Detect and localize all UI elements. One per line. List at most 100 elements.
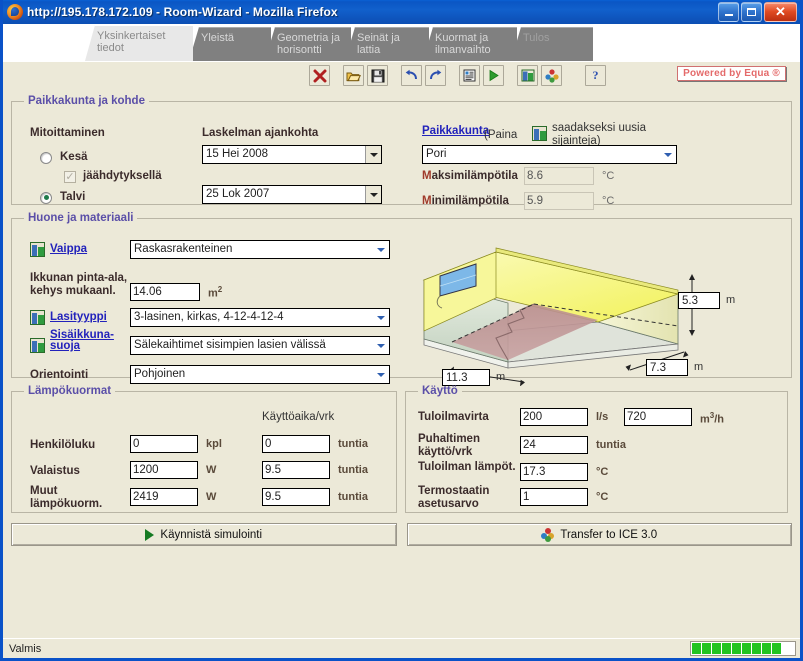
help-icon[interactable]: ? xyxy=(585,65,606,86)
window-area-unit: m2 xyxy=(208,285,223,300)
min-temp-label: Minimilämpötila xyxy=(422,195,509,207)
paikkakunta-link[interactable]: Paikkakunta xyxy=(422,125,489,137)
place-combo[interactable]: Pori xyxy=(422,145,677,164)
status-text: Valmis xyxy=(9,642,42,655)
glazing-combo[interactable]: 3-lasinen, kirkas, 4-12-4-12-4 xyxy=(130,308,390,327)
calculation-date-label: Laskelman ajankohta xyxy=(202,127,319,139)
database-icon[interactable] xyxy=(517,65,538,86)
chevron-down-icon[interactable] xyxy=(660,146,676,163)
thermostat-label: Termostaatin asetusarvo xyxy=(418,485,490,510)
firefox-logo-icon xyxy=(7,4,23,20)
lasityyppi-link[interactable]: Lasityyppi xyxy=(50,311,107,323)
chevron-down-icon[interactable] xyxy=(373,309,389,326)
shading-value: Sälekaihtimet sisimpien lasien välissä xyxy=(134,339,326,351)
save-disk-icon[interactable] xyxy=(367,65,388,86)
people-count-field[interactable] xyxy=(130,435,198,453)
client-area: Yksinkertaiset tiedot Yleistä Geometria … xyxy=(3,24,800,658)
glazing-value: 3-lasinen, kirkas, 4-12-4-12-4 xyxy=(134,311,284,323)
undo-icon[interactable] xyxy=(401,65,422,86)
database-icon[interactable] xyxy=(532,126,547,141)
tab-kuormat-ja-ilmanvaihto[interactable]: Kuormat ja ilmanvaihto xyxy=(423,27,517,61)
room-3d-preview: 5.3 m 7.3 m 11.3 m xyxy=(416,234,786,389)
summer-date-value: 15 Hei 2008 xyxy=(206,148,269,160)
supply-air-field[interactable] xyxy=(520,408,588,426)
room-height-field[interactable]: 5.3 xyxy=(678,292,720,309)
fan-usage-field[interactable] xyxy=(520,436,588,454)
supply-temp-unit: °C xyxy=(596,466,609,478)
winter-date-value: 25 Lok 2007 xyxy=(206,188,270,200)
chevron-down-icon[interactable] xyxy=(373,241,389,258)
settings-balls-icon xyxy=(541,528,555,542)
room-depth-field[interactable]: 7.3 xyxy=(646,359,688,376)
open-folder-icon[interactable] xyxy=(343,65,364,86)
database-icon[interactable] xyxy=(30,242,45,257)
cooling-label: jäähdytyksellä xyxy=(83,170,162,182)
redo-icon[interactable] xyxy=(425,65,446,86)
thermostat-field[interactable] xyxy=(520,488,588,506)
lighting-power-field[interactable] xyxy=(130,461,198,479)
run-play-icon[interactable] xyxy=(483,65,504,86)
minimize-button[interactable] xyxy=(718,2,739,22)
supply-air-m3h-field[interactable] xyxy=(624,408,692,426)
location-group: Paikkakunta ja kohde Mitoittaminen Laske… xyxy=(11,95,792,210)
chevron-down-icon[interactable] xyxy=(373,337,389,354)
play-icon xyxy=(145,528,155,541)
sisaikkunasuoja-link[interactable]: Sisäikkuna-suoja xyxy=(50,329,122,352)
max-temp-label: Maksimilämpötila xyxy=(422,170,518,182)
summer-radio[interactable] xyxy=(40,151,52,164)
window-area-field[interactable] xyxy=(130,283,200,301)
summer-label: Kesä xyxy=(60,151,88,163)
envelope-combo[interactable]: Raskasrakenteinen xyxy=(130,240,390,259)
people-hours-field[interactable] xyxy=(262,435,330,453)
winter-date-combo[interactable]: 25 Lok 2007 xyxy=(202,185,382,204)
maximize-icon xyxy=(747,8,756,16)
winter-radio-row[interactable]: Talvi xyxy=(40,191,85,204)
room-material-group: Huone ja materiaali Vaippa Raskasrakente… xyxy=(11,212,792,387)
other-loads-power-field[interactable] xyxy=(130,488,198,506)
close-button[interactable]: ✕ xyxy=(764,2,797,22)
winter-label: Talvi xyxy=(60,191,86,203)
transfer-to-ice-button[interactable]: Transfer to ICE 3.0 xyxy=(406,523,792,546)
tab-yleista[interactable]: Yleistä xyxy=(189,27,271,61)
orientation-combo[interactable]: Pohjoinen xyxy=(130,365,390,384)
envelope-value: Raskasrakenteinen xyxy=(134,243,233,255)
chevron-down-icon[interactable] xyxy=(365,186,381,203)
database-icon[interactable] xyxy=(30,338,45,353)
people-count-label: Henkilöluku xyxy=(30,439,96,451)
database-icon[interactable] xyxy=(30,310,45,325)
lighting-hours-unit: tuntia xyxy=(338,464,368,476)
vaippa-link[interactable]: Vaippa xyxy=(50,243,87,255)
other-loads-hours-field[interactable] xyxy=(262,488,330,506)
max-temp-field[interactable] xyxy=(524,167,594,185)
supply-air-label: Tuloilmavirta xyxy=(418,411,489,423)
settings-balls-icon[interactable] xyxy=(541,65,562,86)
report-icon[interactable] xyxy=(459,65,480,86)
bottom-groups: Lämpökuormat Käyttöaika/vrk Henkilöluku … xyxy=(11,385,792,520)
shading-combo[interactable]: Sälekaihtimet sisimpien lasien välissä xyxy=(130,336,390,355)
toolbar: ? Powered by Equa ® xyxy=(3,61,800,89)
lighting-label: Valaistus xyxy=(30,465,80,477)
supply-air-m3h-unit: m3/h xyxy=(700,411,725,426)
chevron-down-icon[interactable] xyxy=(373,366,389,383)
tab-yksinkertaiset-tiedot[interactable]: Yksinkertaiset tiedot xyxy=(85,25,193,61)
min-temp-field[interactable] xyxy=(524,192,594,210)
progress-bar xyxy=(690,641,796,656)
usage-group: Käyttö Tuloilmavirta l/s m3/h Puhaltimen… xyxy=(405,385,788,513)
cooling-checkbox[interactable]: ✓ xyxy=(64,170,76,183)
tab-geometria-ja-horisontti[interactable]: Geometria ja horisontti xyxy=(265,27,351,61)
maximize-button[interactable] xyxy=(741,2,762,22)
fan-usage-label: Puhaltimen käyttö/vrk xyxy=(418,433,480,458)
cooling-checkbox-row[interactable]: ✓ jäähdytyksellä xyxy=(64,170,162,183)
title-bar: http://195.178.172.109 - Room-Wizard - M… xyxy=(3,0,800,24)
delete-icon[interactable] xyxy=(309,65,330,86)
lighting-hours-field[interactable] xyxy=(262,461,330,479)
supply-temp-field[interactable] xyxy=(520,463,588,481)
winter-radio[interactable] xyxy=(40,191,52,204)
summer-date-combo[interactable]: 15 Hei 2008 xyxy=(202,145,382,164)
room-width-field[interactable]: 11.3 xyxy=(442,369,490,386)
summer-radio-row[interactable]: Kesä xyxy=(40,151,88,164)
people-hours-unit: tuntia xyxy=(338,438,368,450)
chevron-down-icon[interactable] xyxy=(365,146,381,163)
tab-seinat-ja-lattia[interactable]: Seinät ja lattia xyxy=(345,27,429,61)
run-simulation-button[interactable]: Käynnistä simulointi xyxy=(11,523,397,546)
